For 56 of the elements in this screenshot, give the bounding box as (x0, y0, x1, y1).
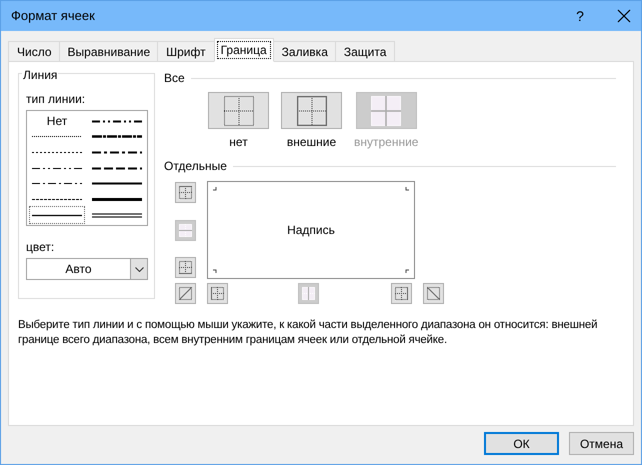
grid-icon (179, 261, 192, 274)
grid-icon (395, 287, 408, 300)
grid-icon (224, 96, 254, 126)
color-label: цвет: (26, 239, 56, 256)
line-sample-icon (92, 166, 142, 171)
grid-icon (179, 186, 192, 199)
tab[interactable]: Выравнивание (58, 41, 160, 62)
line-sample-icon (92, 212, 142, 218)
line-sample-icon (92, 134, 142, 140)
line-type-label: тип линии: (26, 91, 86, 108)
color-dropdown[interactable]: Авто (26, 258, 148, 280)
help-button[interactable]: ? (565, 1, 595, 31)
border-button[interactable] (175, 182, 196, 203)
dialog-button[interactable]: ОК (484, 432, 559, 455)
grid-icon (211, 287, 224, 300)
tab[interactable]: Защита (334, 41, 396, 62)
grid-icon (302, 287, 315, 300)
grid-icon (179, 224, 192, 236)
line-sample-icon (92, 150, 142, 155)
grid-icon (179, 287, 192, 300)
line-style-option[interactable] (30, 207, 84, 224)
window-title: Формат ячеек (11, 7, 95, 26)
line-sample-icon (92, 197, 142, 202)
line-sample-icon (32, 197, 82, 202)
preview-text: Надпись (287, 222, 335, 239)
preset-label: внутренние (354, 134, 418, 151)
tab[interactable]: Граница (214, 38, 274, 62)
border-button[interactable] (423, 283, 444, 304)
grid-icon (296, 96, 326, 126)
line-sample-icon (92, 181, 142, 186)
preset-label: внешние (286, 134, 336, 151)
section-title: Отдельные (164, 158, 227, 175)
preset-label: нет (229, 134, 248, 151)
tab[interactable]: Число (8, 41, 61, 62)
border-button[interactable] (175, 283, 196, 304)
line-style-list[interactable]: Нет (26, 110, 148, 226)
dialog-button[interactable]: Отмена (569, 432, 634, 455)
dropdown-caret-icon[interactable] (130, 259, 147, 279)
section-title: Все (164, 70, 185, 87)
line-sample-icon (32, 181, 82, 186)
preset-button[interactable] (208, 92, 269, 129)
grid-icon (371, 96, 402, 126)
line-sample-icon (92, 118, 142, 124)
border-button[interactable] (391, 283, 412, 304)
line-sample-icon (32, 134, 82, 140)
grid-icon (427, 287, 440, 300)
preset-button[interactable] (281, 92, 342, 129)
border-button[interactable] (175, 257, 196, 278)
line-sample-icon (32, 212, 82, 218)
line-style-option[interactable]: Нет (30, 113, 84, 129)
line-sample-icon (32, 150, 82, 155)
line-sample-icon (32, 166, 82, 171)
border-preview[interactable]: Надпись (207, 181, 415, 279)
description-text: Выберите тип линии и с помощью мыши укажите, к какой части выделенного диапазона он относится: внешней границе всего диапазона, всем внутренним границам ячеек или отдельной ячейке. (18, 318, 598, 348)
border-button[interactable] (207, 283, 228, 304)
tab[interactable]: Шрифт (157, 41, 215, 62)
